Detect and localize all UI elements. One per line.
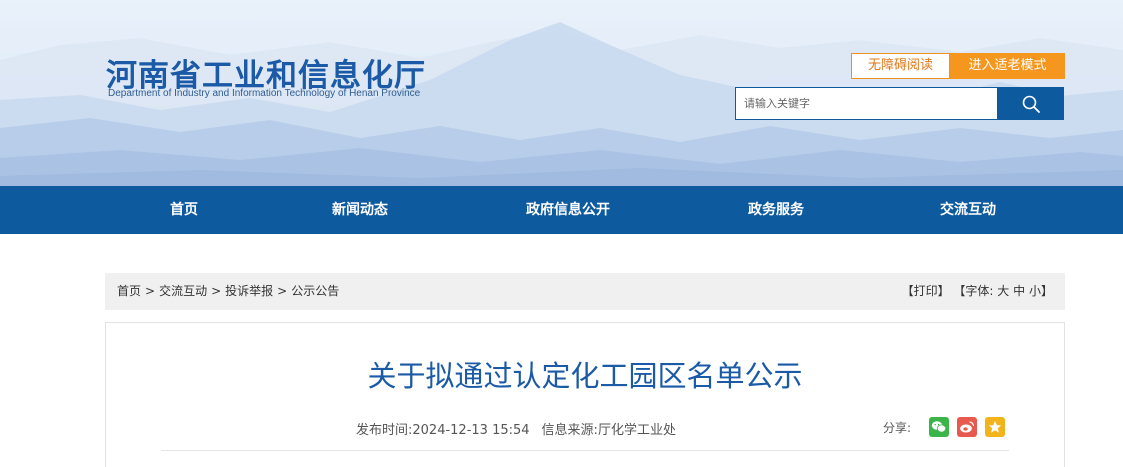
breadcrumb-home[interactable]: 首页: [117, 284, 141, 298]
wechat-icon: [931, 421, 947, 433]
breadcrumb-separator: >: [145, 284, 156, 298]
star-icon: [988, 421, 1002, 433]
article-divider: [161, 450, 1009, 451]
publish-time-label: 发布时间:: [356, 423, 413, 438]
font-large-button[interactable]: 大: [997, 284, 1009, 298]
nav-item-home[interactable]: 首页: [170, 186, 198, 234]
nav-item-news[interactable]: 新闻动态: [332, 186, 388, 234]
print-button[interactable]: 【打印】: [902, 284, 950, 298]
share-bar: 分享:: [883, 417, 1006, 437]
breadcrumb-announcements[interactable]: 公示公告: [291, 284, 339, 298]
main-nav: 首页 新闻动态 政府信息公开 政务服务 交流互动: [0, 186, 1123, 234]
weibo-icon: [960, 421, 975, 433]
font-size-label: 【字体:: [953, 284, 994, 298]
search-input[interactable]: [735, 87, 998, 120]
breadcrumb-separator: >: [277, 284, 288, 298]
article-container: 关于拟通过认定化工园区名单公示 发布时间:2024-12-13 15:54 信息来…: [105, 322, 1065, 467]
breadcrumb-bar: 首页 > 交流互动 > 投诉举报 > 公示公告 【打印】 【字体: 大 中 小】: [105, 273, 1065, 310]
page-tools: 【打印】 【字体: 大 中 小】: [902, 273, 1053, 310]
breadcrumb-interaction[interactable]: 交流互动: [159, 284, 207, 298]
share-favorite-button[interactable]: [985, 417, 1006, 437]
font-size-suffix: 】: [1040, 284, 1053, 298]
breadcrumb-separator: >: [211, 284, 222, 298]
nav-item-interaction[interactable]: 交流互动: [940, 186, 996, 234]
share-wechat-button[interactable]: [929, 417, 950, 437]
search-icon: [1022, 95, 1040, 113]
elder-mode-button[interactable]: 进入适老模式: [950, 53, 1065, 79]
article-title: 关于拟通过认定化工园区名单公示: [367, 359, 803, 393]
source-value: 厅化学工业处: [597, 423, 676, 438]
nav-item-services[interactable]: 政务服务: [748, 186, 804, 234]
font-medium-button[interactable]: 中: [1013, 284, 1025, 298]
site-subtitle: Department of Industry and Information T…: [108, 88, 421, 99]
breadcrumb: 首页 > 交流互动 > 投诉举报 > 公示公告: [117, 273, 339, 310]
article-meta: 发布时间:2024-12-13 15:54 信息来源:厅化学工业处: [356, 419, 676, 438]
search-button[interactable]: [997, 87, 1064, 120]
nav-item-gov-info[interactable]: 政府信息公开: [526, 186, 610, 234]
font-small-button[interactable]: 小: [1029, 284, 1041, 298]
source-label: 信息来源:: [541, 423, 598, 438]
publish-time: 2024-12-13 15:54: [412, 423, 530, 438]
breadcrumb-complaints[interactable]: 投诉举报: [225, 284, 273, 298]
header-banner: 河南省工业和信息化厅 Department of Industry and In…: [0, 0, 1123, 186]
share-label: 分享:: [883, 420, 912, 435]
accessible-reading-button[interactable]: 无障碍阅读: [851, 53, 950, 79]
share-weibo-button[interactable]: [957, 417, 978, 437]
